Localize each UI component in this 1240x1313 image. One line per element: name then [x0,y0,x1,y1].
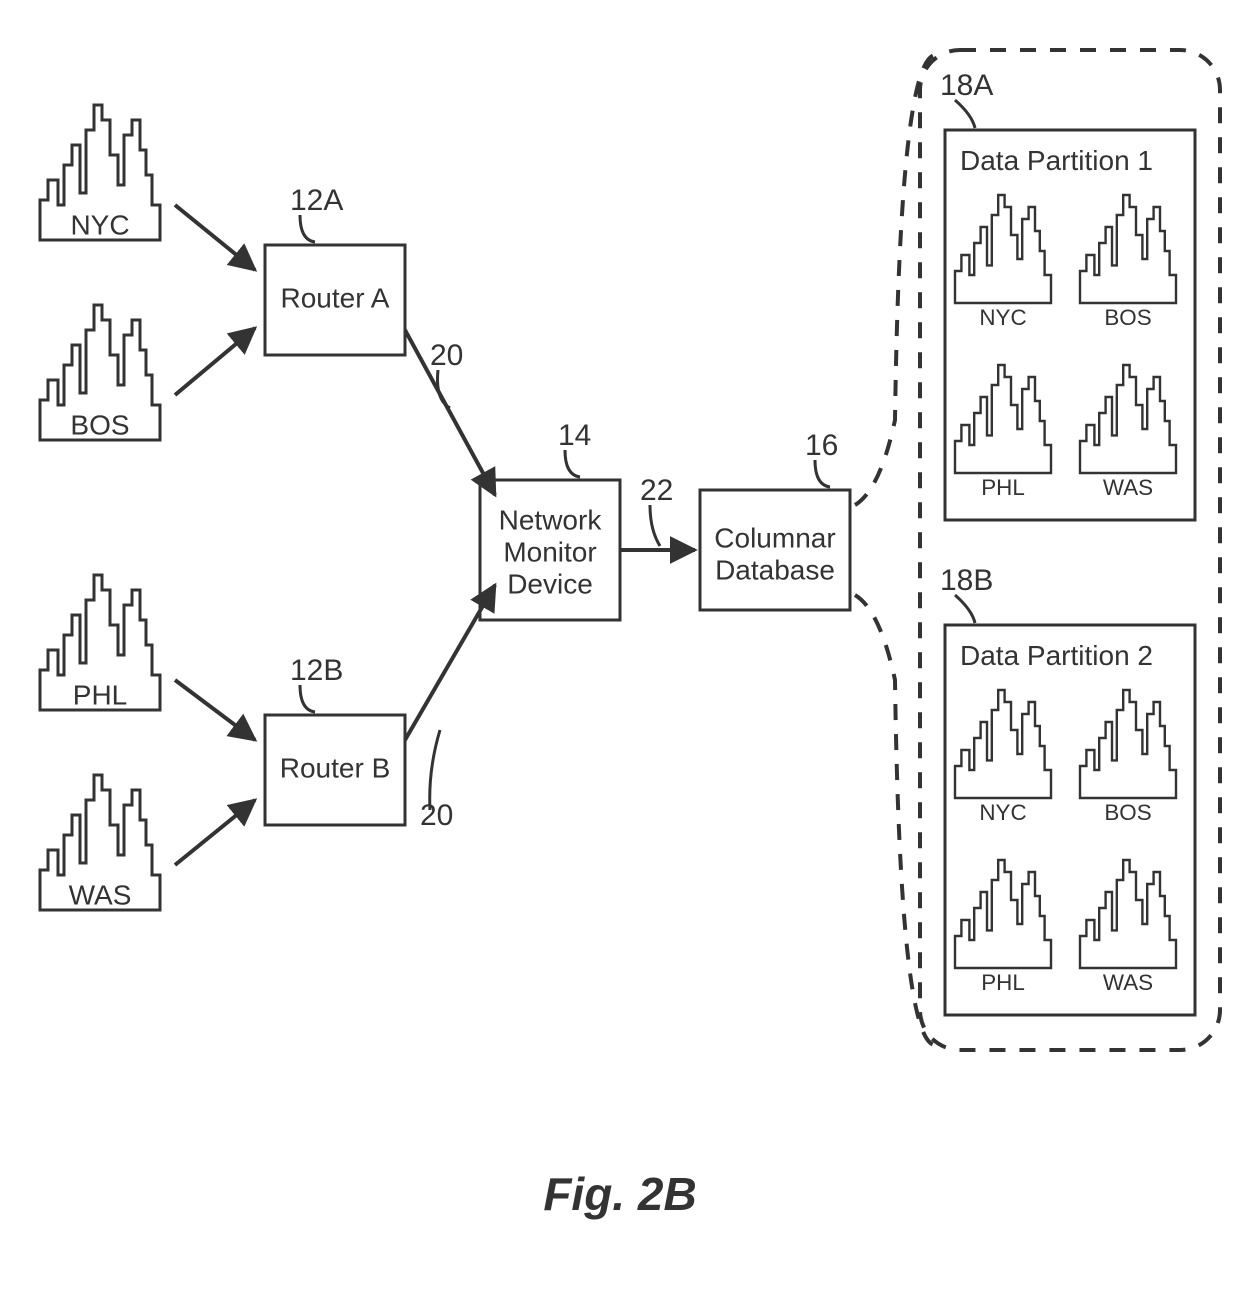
partition-1-phl-label: PHL [981,475,1025,500]
partition-1-phl: PHL [955,365,1051,500]
edge-monitor-db-ref: 22 [640,474,673,507]
partition-2-was: WAS [1080,860,1176,995]
edge-monitor-db-leader [650,505,660,546]
city-phl-label: PHL [73,679,127,710]
partition-1-was: WAS [1080,365,1176,500]
monitor-leader [565,450,580,477]
partition-2-bos: BOS [1080,690,1176,825]
partition-2-nyc-label: NYC [979,800,1026,825]
edge-nyc-routerA [175,205,255,270]
partition-1-bos: BOS [1080,195,1176,330]
edge-routerA-monitor-leader [438,370,451,408]
city-was-label: WAS [69,879,132,910]
edge-routerB-monitor-leader [430,730,440,810]
figure-caption: Fig. 2B [543,1168,696,1220]
router-a-leader [300,215,315,242]
partition-1-nyc-label: NYC [979,305,1026,330]
edge-routerB-monitor-ref: 20 [420,799,453,832]
partition-2-ref: 18B [940,564,993,597]
partition-1-nyc: NYC [955,195,1051,330]
partition-2-phl-label: PHL [981,970,1025,995]
partition-1-was-label: WAS [1103,475,1153,500]
partition-2-title: Data Partition 2 [960,640,1153,671]
partition-2-phl: PHL [955,860,1051,995]
partitions-group [920,50,1220,1050]
city-nyc-label: NYC [70,209,129,240]
city-bos: BOS [40,305,160,440]
edge-routerA-monitor-ref: 20 [430,339,463,372]
edge-bos-routerA [175,328,255,395]
partition-1-leader [955,100,975,128]
partition-1-bos-label: BOS [1104,305,1151,330]
monitor-label-l3: Device [507,568,593,599]
partition-2-nyc: NYC [955,690,1051,825]
edge-phl-routerB [175,680,255,740]
database-ref: 16 [805,429,838,462]
router-b-label: Router B [280,752,391,783]
router-b-ref: 12B [290,654,343,687]
city-was: WAS [40,775,160,910]
monitor-label-l2: Monitor [503,536,596,567]
partition-1-title: Data Partition 1 [960,145,1153,176]
database-leader [815,460,830,487]
city-nyc: NYC [40,105,160,240]
monitor-ref: 14 [558,419,591,452]
partition-2-was-label: WAS [1103,970,1153,995]
database-label-l1: Columnar [714,522,835,553]
database-label-l2: Database [715,554,835,585]
brace-top [855,55,935,505]
city-phl: PHL [40,575,160,710]
edge-was-routerB [175,800,255,865]
diagram-canvas: NYC BOS PHL WAS Router A 12A Router B 12… [0,0,1240,1313]
router-a-label: Router A [281,282,390,313]
router-b-leader [300,685,315,712]
partition-2-bos-label: BOS [1104,800,1151,825]
city-bos-label: BOS [70,409,129,440]
router-a-ref: 12A [290,184,343,217]
monitor-label-l1: Network [499,504,603,535]
partition-2-leader [955,595,975,623]
brace-bottom [855,595,935,1045]
partition-1-ref: 18A [940,69,993,102]
